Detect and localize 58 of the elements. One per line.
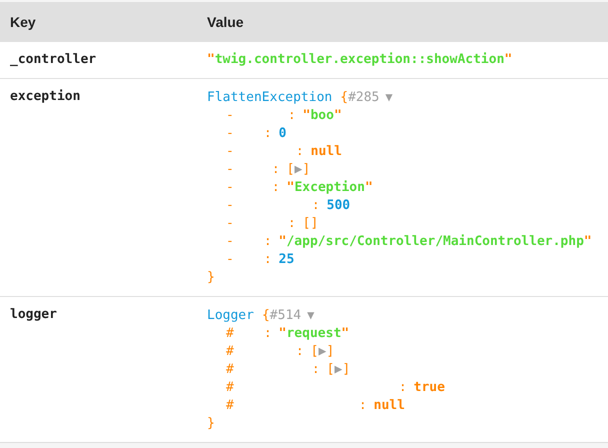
property-separator: :: [312, 197, 320, 215]
string-value: "boo": [302, 107, 342, 125]
collapse-toggle[interactable]: ▼: [307, 306, 314, 324]
property-marker: #: [226, 325, 234, 343]
property-separator: :: [264, 325, 272, 343]
property-separator: :: [272, 161, 280, 179]
constant-value: null: [374, 397, 405, 415]
property-marker: -: [226, 125, 234, 143]
object-id: #285: [348, 89, 380, 107]
object-id: #514: [270, 307, 302, 325]
property-separator: :: [272, 179, 280, 197]
object-close-brace: }: [207, 269, 215, 287]
property-separator: :: [264, 125, 272, 143]
array-value[interactable]: [▶]: [326, 361, 350, 379]
string-value: "Exception": [286, 179, 373, 197]
class-name: FlattenException: [207, 89, 332, 107]
property-marker: #: [226, 397, 234, 415]
property-separator: :: [288, 215, 296, 233]
key-cell-text: exception: [10, 88, 82, 106]
property-separator: :: [288, 107, 296, 125]
property-marker: -: [226, 107, 234, 125]
property-separator: :: [312, 361, 320, 379]
number-value: 25: [278, 251, 294, 269]
property-marker: -: [226, 197, 234, 215]
array-value[interactable]: [▶]: [310, 343, 334, 361]
property-marker: -: [226, 161, 234, 179]
property-marker: -: [226, 233, 234, 251]
object-open-brace: {: [262, 307, 270, 325]
number-value: 500: [326, 197, 350, 215]
object-close-brace: }: [207, 415, 215, 433]
property-marker: -: [226, 179, 234, 197]
property-separator: :: [398, 379, 407, 397]
key-cell-text: _controller: [10, 51, 98, 69]
object-open-brace: {: [340, 89, 348, 107]
array-value[interactable]: [▶]: [286, 161, 310, 179]
property-marker: #: [226, 343, 234, 361]
column-header: Key: [10, 14, 37, 30]
property-marker: #: [226, 361, 234, 379]
string-value: "twig.controller.exception::showAction": [207, 51, 512, 69]
array-value[interactable]: []: [302, 215, 318, 233]
string-value: "request": [278, 325, 350, 343]
key-cell-text: logger: [10, 306, 58, 324]
column-header: Value: [207, 14, 245, 30]
constant-value: null: [310, 143, 342, 161]
property-separator: :: [358, 397, 367, 415]
property-separator: :: [296, 343, 304, 361]
property-separator: :: [264, 233, 272, 251]
property-marker: -: [226, 251, 234, 269]
property-separator: :: [264, 251, 272, 269]
collapse-toggle[interactable]: ▼: [385, 88, 393, 106]
property-marker: -: [226, 215, 234, 233]
property-marker: #: [226, 379, 234, 397]
class-name: Logger: [207, 307, 254, 325]
number-value: 0: [278, 125, 286, 143]
property-marker: -: [226, 143, 234, 161]
property-separator: :: [296, 143, 304, 161]
string-value: "/app/src/Controller/MainController.php": [278, 233, 592, 251]
constant-value: true: [414, 379, 445, 397]
